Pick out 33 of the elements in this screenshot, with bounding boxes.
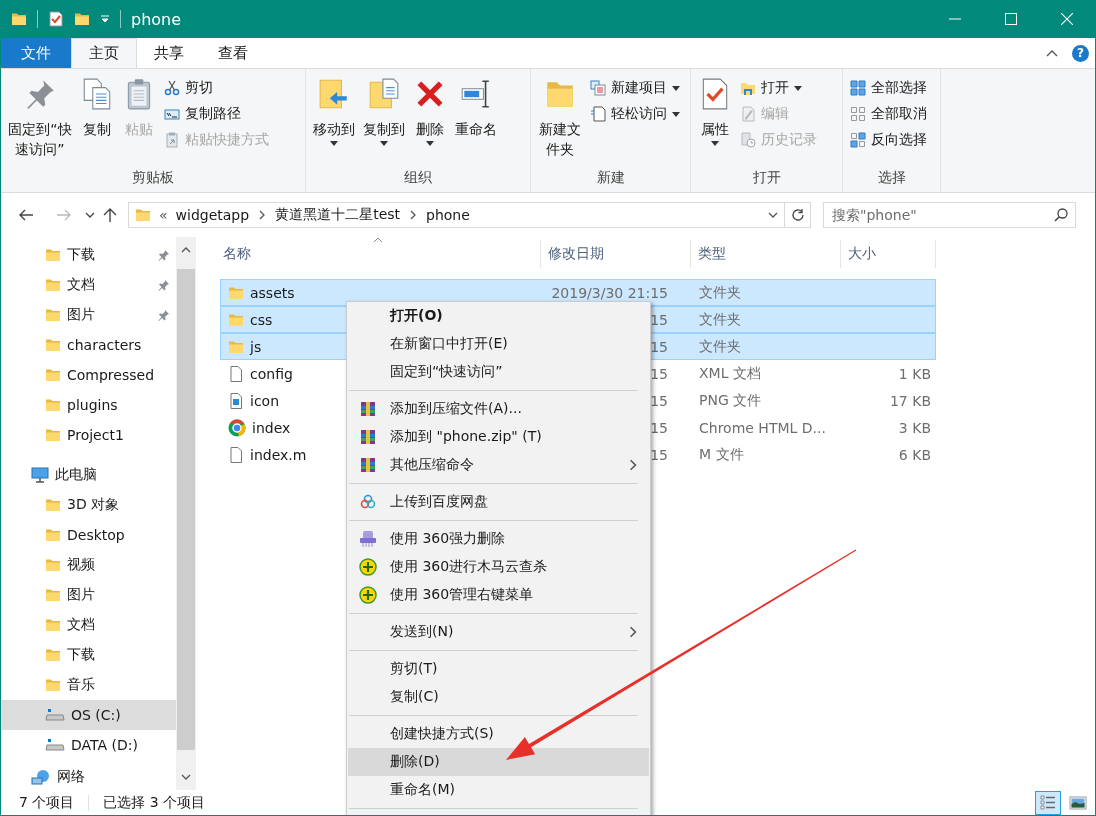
file-name: js [250, 338, 262, 355]
date-cell: 15 [650, 311, 668, 328]
type-cell: Chrome HTML D... [699, 419, 826, 436]
size-cell: 6 KB [898, 446, 931, 463]
file-name: index.m [250, 446, 307, 463]
group-label: 新建 [595, 168, 626, 187]
type-cell: M 文件 [699, 445, 744, 464]
type-cell: 文件夹 [699, 337, 741, 356]
group-label: 组织 [403, 168, 433, 187]
date-cell: 15 [650, 419, 668, 436]
group-label: 打开 [751, 168, 782, 187]
type-cell: 文件夹 [699, 283, 741, 302]
date-cell: 15 [650, 365, 668, 382]
group-label: 选择 [876, 168, 907, 187]
file-name: icon [250, 392, 280, 409]
date-cell: 2019/3/30 21:15 [551, 284, 668, 301]
size-cell: 3 KB [898, 419, 931, 436]
size-cell: 1 KB [898, 365, 931, 382]
size-cell: 17 KB [889, 392, 931, 409]
selection-count: 已选择 3 个项目 [103, 794, 206, 812]
window-title: phone [131, 9, 182, 29]
item-count: 7 个项目 [19, 794, 75, 812]
file-name: config [250, 365, 293, 382]
file-name: assets [250, 284, 295, 301]
file-name: css [250, 311, 273, 328]
group-label: 剪贴板 [131, 168, 175, 187]
type-cell: 文件夹 [699, 310, 741, 329]
type-cell: PNG 文件 [699, 391, 762, 410]
date-cell: 15 [650, 392, 668, 409]
date-cell: 15 [650, 338, 668, 355]
file-name: index [252, 419, 291, 436]
date-cell: 15 [650, 446, 668, 463]
type-cell: XML 文档 [699, 364, 761, 383]
